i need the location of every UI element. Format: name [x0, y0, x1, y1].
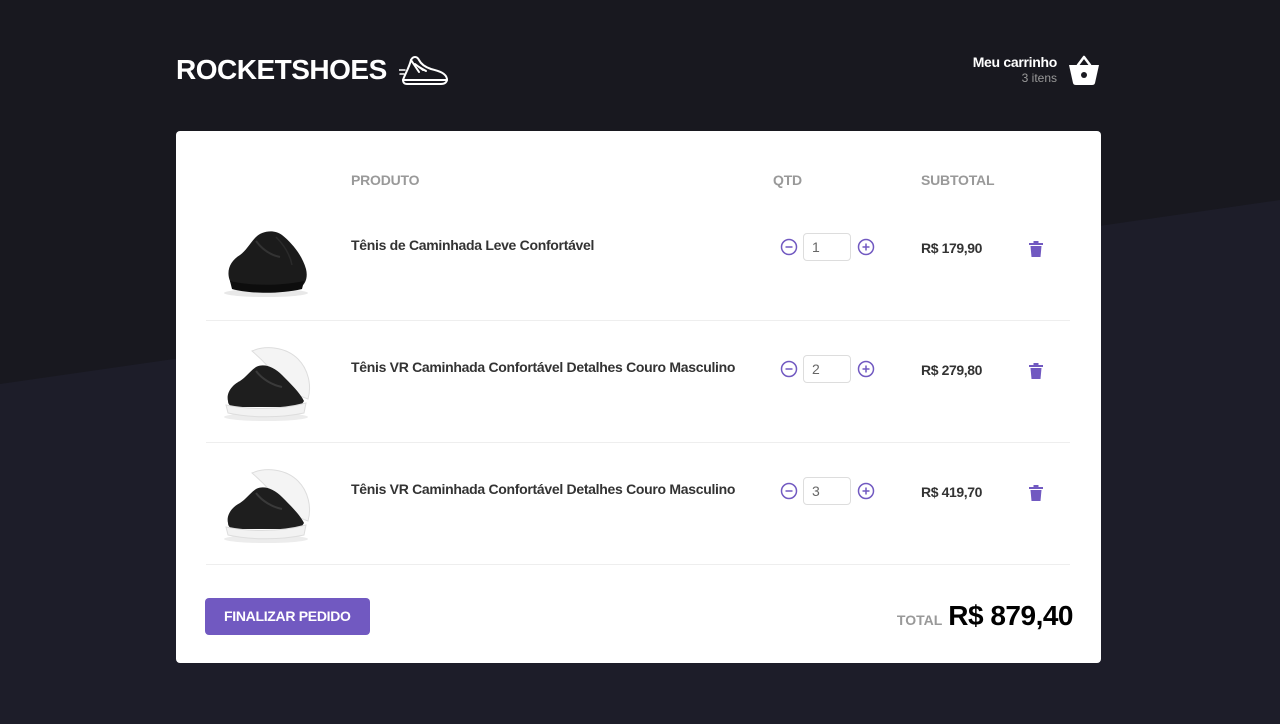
total-label: TOTAL — [896, 612, 943, 628]
product-title: Tênis VR Caminhada Confortável Detalhes … — [351, 481, 736, 497]
quantity-input[interactable] — [803, 355, 851, 383]
plus-circle-icon — [857, 238, 875, 256]
delete-item-button[interactable] — [1026, 239, 1046, 259]
quantity-stepper — [779, 477, 875, 505]
table-row: Tênis de Caminhada Leve Confortável R$ 1… — [206, 199, 1070, 321]
quantity-stepper — [779, 233, 875, 261]
minus-circle-icon — [780, 360, 798, 378]
site-header: ROCKETSHOES Meu carrinho 3 itens — [176, 44, 1101, 96]
decrement-button[interactable] — [779, 360, 798, 379]
finalize-order-button[interactable]: FINALIZAR PEDIDO — [205, 597, 370, 635]
cart-title: Meu carrinho — [972, 54, 1058, 71]
column-header-product: PRODUTO — [351, 172, 420, 188]
delete-item-button[interactable] — [1026, 483, 1046, 503]
minus-circle-icon — [780, 482, 798, 500]
cart-panel: PRODUTO QTD SUBTOTAL Tênis de Caminhada … — [176, 131, 1101, 663]
cart-info: Meu carrinho 3 itens — [972, 54, 1058, 86]
basket-icon — [1067, 54, 1101, 86]
product-title: Tênis de Caminhada Leve Confortável — [351, 237, 595, 253]
column-header-subtotal: SUBTOTAL — [921, 172, 995, 188]
quantity-input[interactable] — [803, 477, 851, 505]
plus-circle-icon — [857, 482, 875, 500]
table-row: Tênis VR Caminhada Confortável Detalhes … — [206, 321, 1070, 443]
row-subtotal: R$ 419,70 — [921, 484, 983, 500]
product-image — [216, 341, 316, 425]
product-title: Tênis VR Caminhada Confortável Detalhes … — [351, 359, 736, 375]
sneaker-logo-icon — [398, 50, 451, 90]
increment-button[interactable] — [856, 238, 875, 257]
cart-footer: FINALIZAR PEDIDO TOTAL R$ 879,40 — [205, 597, 1073, 635]
black-white-sneaker-icon — [216, 463, 316, 547]
quantity-stepper — [779, 355, 875, 383]
logo-link[interactable]: ROCKETSHOES — [176, 50, 451, 90]
trash-icon — [1029, 363, 1043, 379]
order-total: TOTAL R$ 879,40 — [896, 600, 1074, 632]
trash-icon — [1029, 485, 1043, 501]
logo-text: ROCKETSHOES — [176, 54, 387, 85]
decrement-button[interactable] — [779, 482, 798, 501]
minus-circle-icon — [780, 238, 798, 256]
product-image — [216, 463, 316, 547]
increment-button[interactable] — [856, 482, 875, 501]
total-value: R$ 879,40 — [948, 600, 1073, 631]
black-white-sneaker-icon — [216, 341, 316, 425]
product-image — [216, 219, 316, 303]
table-header: PRODUTO QTD SUBTOTAL — [176, 172, 1101, 190]
cart-link[interactable]: Meu carrinho 3 itens — [973, 54, 1101, 86]
delete-item-button[interactable] — [1026, 361, 1046, 381]
black-sneaker-icon — [216, 219, 316, 303]
trash-icon — [1029, 241, 1043, 257]
decrement-button[interactable] — [779, 238, 798, 257]
plus-circle-icon — [857, 360, 875, 378]
column-header-quantity: QTD — [773, 172, 802, 188]
row-subtotal: R$ 179,90 — [921, 240, 983, 256]
cart-count: 3 itens — [1021, 71, 1057, 86]
row-subtotal: R$ 279,80 — [921, 362, 983, 378]
quantity-input[interactable] — [803, 233, 851, 261]
increment-button[interactable] — [856, 360, 875, 379]
table-row: Tênis VR Caminhada Confortável Detalhes … — [206, 443, 1070, 565]
